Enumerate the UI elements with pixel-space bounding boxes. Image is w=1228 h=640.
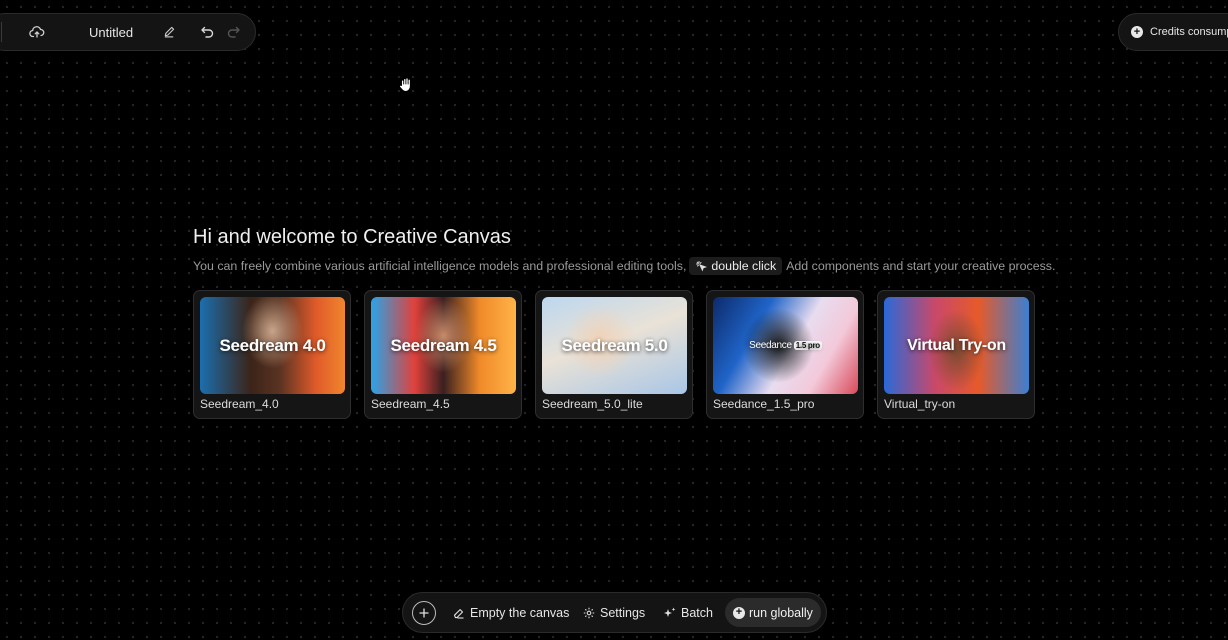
card-thumbnail: Seedream 4.0 — [200, 297, 345, 394]
card-label: Seedream_5.0_lite — [542, 397, 643, 411]
credits-consumption-button[interactable]: + Credits consumption — [1118, 13, 1228, 51]
double-click-chip: double click — [689, 257, 783, 275]
settings-label: Settings — [600, 605, 646, 620]
card-thumbnail: Virtual Try-on — [884, 297, 1029, 394]
card-label: Seedream_4.5 — [371, 397, 450, 411]
settings-button[interactable]: Settings — [583, 593, 645, 632]
thumbnail-title: Seedream 5.0 — [561, 335, 668, 355]
batch-button[interactable]: Batch — [663, 593, 713, 632]
welcome-subtitle-text-after: Add components and start your creative p… — [786, 259, 1056, 273]
bottom-toolbar: Empty the canvas Settings Batch + run gl… — [402, 592, 827, 633]
document-title[interactable]: Untitled — [89, 25, 133, 40]
plus-icon — [419, 608, 429, 618]
run-globally-label: run globally — [749, 605, 813, 620]
hand-cursor-icon — [397, 76, 415, 99]
eraser-icon — [453, 608, 464, 619]
card-thumbnail: Seedance 1.5 pro — [713, 297, 858, 394]
toolbar-divider — [1, 22, 2, 42]
edit-icon[interactable] — [163, 25, 176, 38]
empty-canvas-label: Empty the canvas — [470, 605, 570, 620]
empty-canvas-button[interactable]: Empty the canvas — [453, 593, 569, 632]
card-label: Seedance_1.5_pro — [713, 397, 815, 411]
thumbnail-title: Seedream 4.0 — [219, 335, 326, 355]
model-card-seedream-4-5[interactable]: Seedream 4.5 Seedream_4.5 — [364, 290, 522, 419]
model-card-seedance-1-5-pro[interactable]: Seedance 1.5 pro Seedance_1.5_pro — [706, 290, 864, 419]
top-toolbar: Untitled — [0, 13, 256, 51]
welcome-title: Hi and welcome to Creative Canvas — [193, 226, 511, 248]
thumbnail-title: Seedream 4.5 — [390, 335, 497, 355]
model-card-seedream-5-0-lite[interactable]: Seedream 5.0 Seedream_5.0_lite — [535, 290, 693, 419]
undo-icon[interactable] — [200, 25, 215, 39]
card-label: Virtual_try-on — [884, 397, 956, 411]
card-thumbnail: Seedream 5.0 — [542, 297, 687, 394]
welcome-subtitle-text: You can freely combine various artificia… — [193, 259, 687, 273]
batch-label: Batch — [681, 605, 713, 620]
card-thumbnail: Seedream 4.5 — [371, 297, 516, 394]
model-card-seedream-4-0[interactable]: Seedream 4.0 Seedream_4.0 — [193, 290, 351, 419]
thumbnail-title-text: Seedance — [749, 340, 792, 351]
sparkle-icon — [664, 607, 676, 617]
gear-icon — [583, 607, 595, 618]
cloud-upload-icon[interactable] — [29, 24, 45, 40]
credits-label: Credits consumption — [1150, 26, 1228, 38]
click-icon — [696, 261, 708, 272]
thumbnail-title: Seedance 1.5 pro — [749, 340, 822, 351]
double-click-label: double click — [711, 259, 777, 273]
thumbnail-title: Virtual Try-on — [907, 336, 1006, 354]
card-label: Seedream_4.0 — [200, 397, 279, 411]
welcome-subtitle: You can freely combine various artificia… — [193, 257, 1055, 275]
version-tag: 1.5 pro — [793, 341, 822, 350]
redo-icon[interactable] — [226, 25, 241, 39]
plus-circle-icon: + — [1131, 26, 1143, 38]
model-card-virtual-try-on[interactable]: Virtual Try-on Virtual_try-on — [877, 290, 1035, 419]
run-globally-button[interactable]: + run globally — [725, 598, 821, 627]
add-component-button[interactable] — [412, 601, 436, 625]
plus-circle-icon: + — [733, 606, 745, 619]
